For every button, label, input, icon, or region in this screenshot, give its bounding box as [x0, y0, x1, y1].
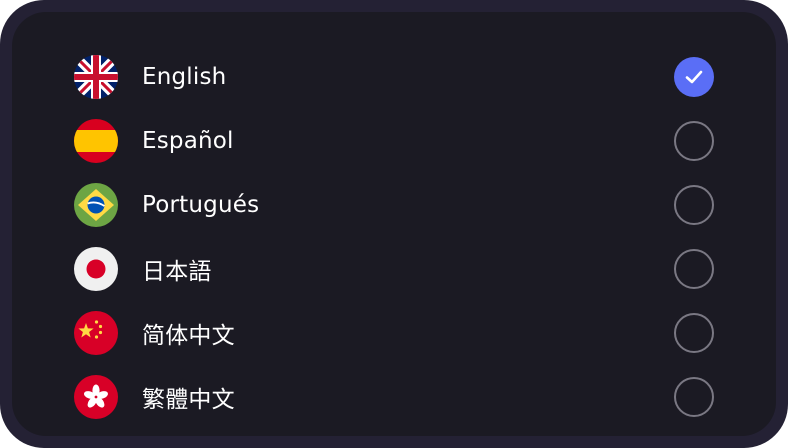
language-option-simplified-chinese[interactable]: 简体中文 [74, 301, 714, 365]
language-selector-panel: English Español Portugués 日本語 简体中文 繁體中文 [12, 12, 776, 436]
language-option-traditional-chinese[interactable]: 繁體中文 [74, 365, 714, 429]
spain-flag-icon [74, 119, 118, 163]
language-option-portuguese[interactable]: Portugués [74, 173, 714, 237]
radio-button[interactable] [674, 313, 714, 353]
language-label: 简体中文 [142, 323, 235, 349]
china-flag-icon [74, 311, 118, 355]
language-label: 繁體中文 [142, 387, 235, 413]
radio-button[interactable] [674, 185, 714, 225]
uk-flag-icon [74, 55, 118, 99]
language-label: Portugués [142, 192, 260, 218]
language-list: English Español Portugués 日本語 简体中文 繁體中文 [74, 45, 714, 429]
japan-flag-icon [74, 247, 118, 291]
radio-button-selected[interactable] [674, 57, 714, 97]
language-option-spanish[interactable]: Español [74, 109, 714, 173]
radio-button[interactable] [674, 377, 714, 417]
language-label: 日本語 [142, 259, 212, 285]
brazil-flag-icon [74, 183, 118, 227]
checkmark-icon [685, 70, 703, 84]
language-label: English [142, 64, 227, 90]
radio-button[interactable] [674, 121, 714, 161]
language-selector-frame: English Español Portugués 日本語 简体中文 繁體中文 [0, 0, 788, 448]
language-option-english[interactable]: English [74, 45, 714, 109]
language-option-japanese[interactable]: 日本語 [74, 237, 714, 301]
radio-button[interactable] [674, 249, 714, 289]
hong-kong-flag-icon [74, 375, 118, 419]
language-label: Español [142, 128, 234, 154]
